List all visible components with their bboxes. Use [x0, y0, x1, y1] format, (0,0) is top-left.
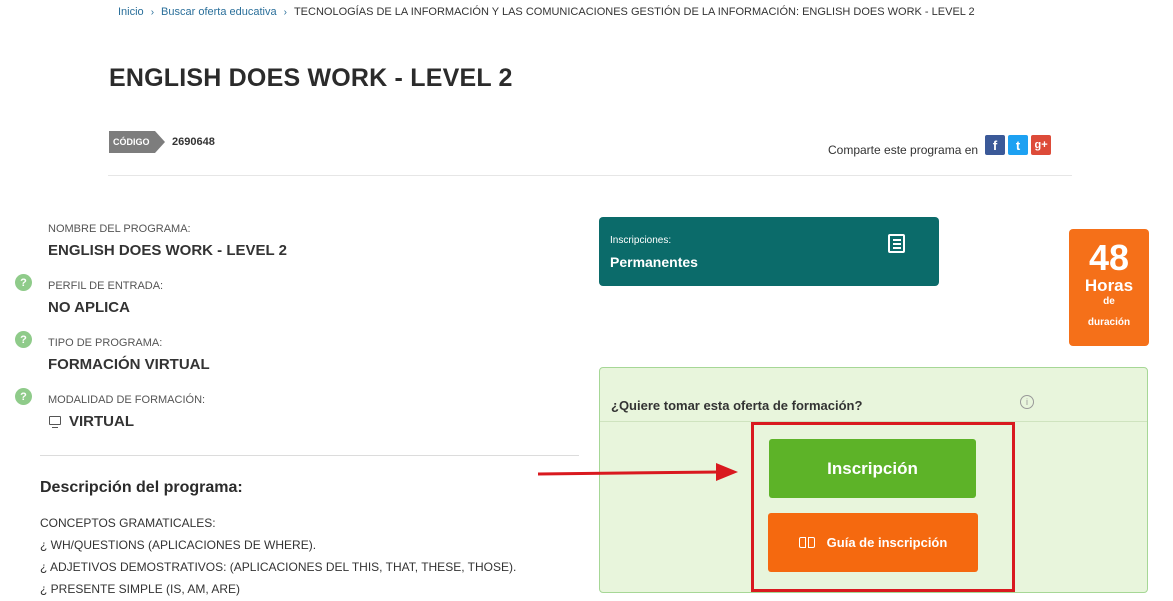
duration-unit: Horas	[1084, 276, 1134, 295]
info-icon[interactable]: i	[1020, 395, 1034, 409]
document-icon	[888, 234, 905, 253]
facebook-icon[interactable]: f	[985, 135, 1006, 155]
arrow-head	[716, 463, 738, 481]
help-icon[interactable]: ?	[15, 388, 32, 405]
training-mode-value: VIRTUAL	[69, 413, 134, 430]
duration-number: 48	[1088, 237, 1130, 278]
page-title: ENGLISH DOES WORK - LEVEL 2	[109, 64, 513, 92]
enrollment-status-label: Inscripciones:	[610, 235, 672, 246]
share-text: Comparte este programa en	[828, 143, 979, 157]
twitter-icon[interactable]: t	[1008, 135, 1029, 155]
description-line: CONCEPTOS GRAMATICALES:	[40, 516, 216, 530]
divider	[40, 455, 579, 456]
description-line: ¿ PRESENTE SIMPLE (IS, AM, ARE)	[40, 582, 241, 596]
divider	[108, 175, 1072, 176]
training-mode-label: MODALIDAD DE FORMACIÓN:	[48, 394, 206, 406]
program-name-value: ENGLISH DOES WORK - LEVEL 2	[48, 242, 287, 259]
code-tag: CÓDIGO	[109, 131, 165, 153]
monitor-icon	[49, 416, 61, 428]
breadcrumb-current: TECNOLOGÍAS DE LA INFORMACIÓN Y LAS COMU…	[293, 6, 975, 18]
arrow-shaft	[537, 470, 721, 476]
description-line: ¿ ADJETIVOS DEMOSTRATIVOS: (APLICACIONES…	[40, 560, 517, 574]
description-line: ¿ WH/QUESTIONS (APLICACIONES DE WHERE).	[40, 538, 317, 552]
program-type-value: FORMACIÓN VIRTUAL	[48, 356, 210, 373]
google-plus-icon[interactable]: g+	[1031, 135, 1052, 155]
description-title: Descripción del programa:	[40, 479, 243, 496]
help-icon[interactable]: ?	[15, 331, 32, 348]
enroll-question: ¿Quiere tomar esta oferta de formación?	[611, 398, 863, 413]
breadcrumb: Inicio › Buscar oferta educativa › TECNO…	[118, 6, 975, 18]
enrollment-status-value: Permanentes	[610, 254, 698, 270]
program-name-label: NOMBRE DEL PROGRAMA:	[48, 223, 191, 235]
program-type-label: TIPO DE PROGRAMA:	[48, 337, 163, 349]
duration-badge: 48 Horas de duración	[1069, 229, 1149, 346]
breadcrumb-home-link[interactable]: Inicio	[118, 6, 144, 18]
arrow-annotation	[537, 463, 738, 481]
help-icon[interactable]: ?	[15, 274, 32, 291]
duration-de: de	[1103, 296, 1115, 307]
chevron-right-icon: ›	[150, 6, 155, 18]
share-bar: Comparte este programa en f t g+	[828, 133, 1052, 157]
chevron-right-icon: ›	[283, 6, 287, 18]
entry-profile-value: NO APLICA	[48, 299, 130, 316]
entry-profile-label: PERFIL DE ENTRADA:	[48, 280, 164, 292]
code-value: 2690648	[172, 136, 215, 148]
duration-label: duración	[1087, 317, 1131, 328]
breadcrumb-search-link[interactable]: Buscar oferta educativa	[161, 6, 277, 18]
training-mode-value-wrap: VIRTUAL	[49, 413, 134, 430]
highlight-rectangle	[751, 422, 1015, 592]
